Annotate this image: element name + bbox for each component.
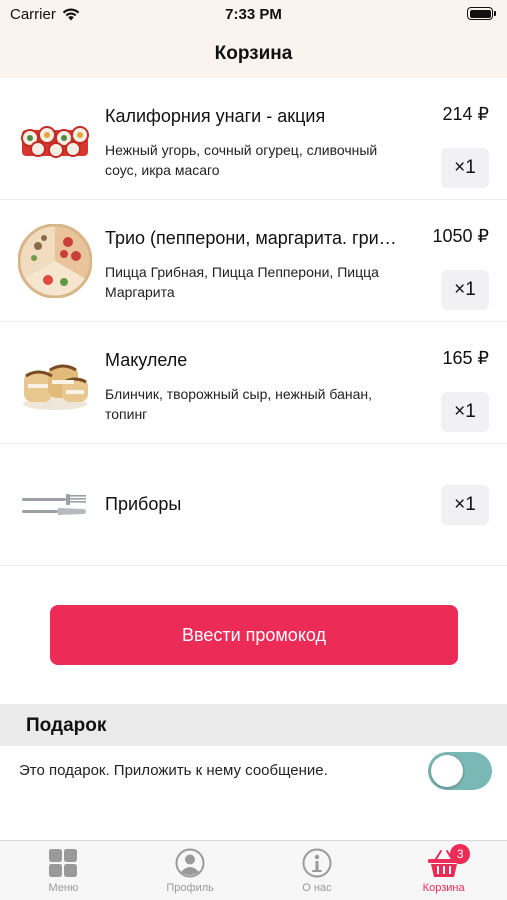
status-time: 7:33 PM	[225, 6, 282, 23]
item-name: Макулеле	[105, 350, 188, 370]
tab-label: Профиль	[166, 882, 214, 894]
tab-label: Меню	[48, 882, 79, 894]
quantity-button[interactable]: ×1	[441, 148, 489, 188]
profile-icon	[175, 848, 205, 878]
battery-icon	[467, 7, 496, 20]
item-price: 165 ₽	[442, 348, 490, 368]
tab-about[interactable]: О нас	[254, 841, 381, 900]
pizza-image	[18, 224, 92, 298]
cart-count-badge: 3	[450, 844, 471, 864]
quantity-button[interactable]: ×1	[441, 270, 489, 310]
status-bar: Carrier 7:33 PM	[0, 0, 507, 30]
item-name: Трио (пепперони, маргарита. грибная)	[105, 228, 405, 248]
sushi-rolls-image	[21, 126, 89, 158]
tab-label: О нас	[302, 882, 332, 894]
cart-item-california-unagi[interactable]: Калифорния унаги - акция Нежный угорь, с…	[0, 78, 507, 200]
about-icon	[302, 848, 332, 878]
cart-item-makulele[interactable]: Макулеле Блинчик, творожный сыр, нежный …	[0, 322, 507, 444]
item-price: 214 ₽	[442, 104, 490, 124]
item-price: 1050 ₽	[432, 226, 490, 246]
tab-cart[interactable]: 3 Корзина	[380, 841, 507, 900]
cart-item-cutlery[interactable]: Приборы ×1	[0, 444, 507, 566]
cart-item-trio-pizza[interactable]: Трио (пепперони, маргарита. грибная) Пиц…	[0, 200, 507, 322]
item-description: Пицца Грибная, Пицца Пепперони, Пицца Ма…	[105, 264, 379, 300]
gift-row: Это подарок. Приложить к нему сообщение.	[0, 746, 507, 840]
gift-title: Подарок	[26, 715, 107, 736]
tab-bar: Меню Профиль О нас 3 Корзина	[0, 840, 507, 900]
cutlery-icon	[22, 494, 86, 515]
item-description: Нежный угорь, сочный огурец, сливочный с…	[105, 142, 378, 178]
tab-label: Корзина	[422, 882, 465, 894]
gift-section-header: Подарок	[0, 704, 507, 746]
tab-profile[interactable]: Профиль	[127, 841, 254, 900]
promo-area: Ввести промокод	[0, 568, 507, 704]
quantity-button[interactable]: ×1	[441, 392, 489, 432]
item-name: Приборы	[105, 494, 182, 514]
page-title: Корзина	[214, 43, 293, 64]
nav-bar: Корзина	[0, 30, 507, 78]
menu-grid-icon	[49, 849, 78, 877]
quantity-button[interactable]: ×1	[441, 485, 489, 525]
item-name: Калифорния унаги - акция	[105, 106, 326, 126]
cart-list: Калифорния унаги - акция Нежный угорь, с…	[0, 78, 507, 566]
gift-toggle[interactable]	[428, 752, 492, 790]
toggle-knob	[431, 755, 463, 787]
item-description: Блинчик, творожный сыр, нежный банан, то…	[105, 386, 373, 422]
gift-message-label: Это подарок. Приложить к нему сообщение.	[19, 762, 328, 779]
enter-promocode-button[interactable]: Ввести промокод	[50, 605, 458, 665]
tab-menu[interactable]: Меню	[0, 841, 127, 900]
pancake-rolls-image	[23, 364, 88, 410]
